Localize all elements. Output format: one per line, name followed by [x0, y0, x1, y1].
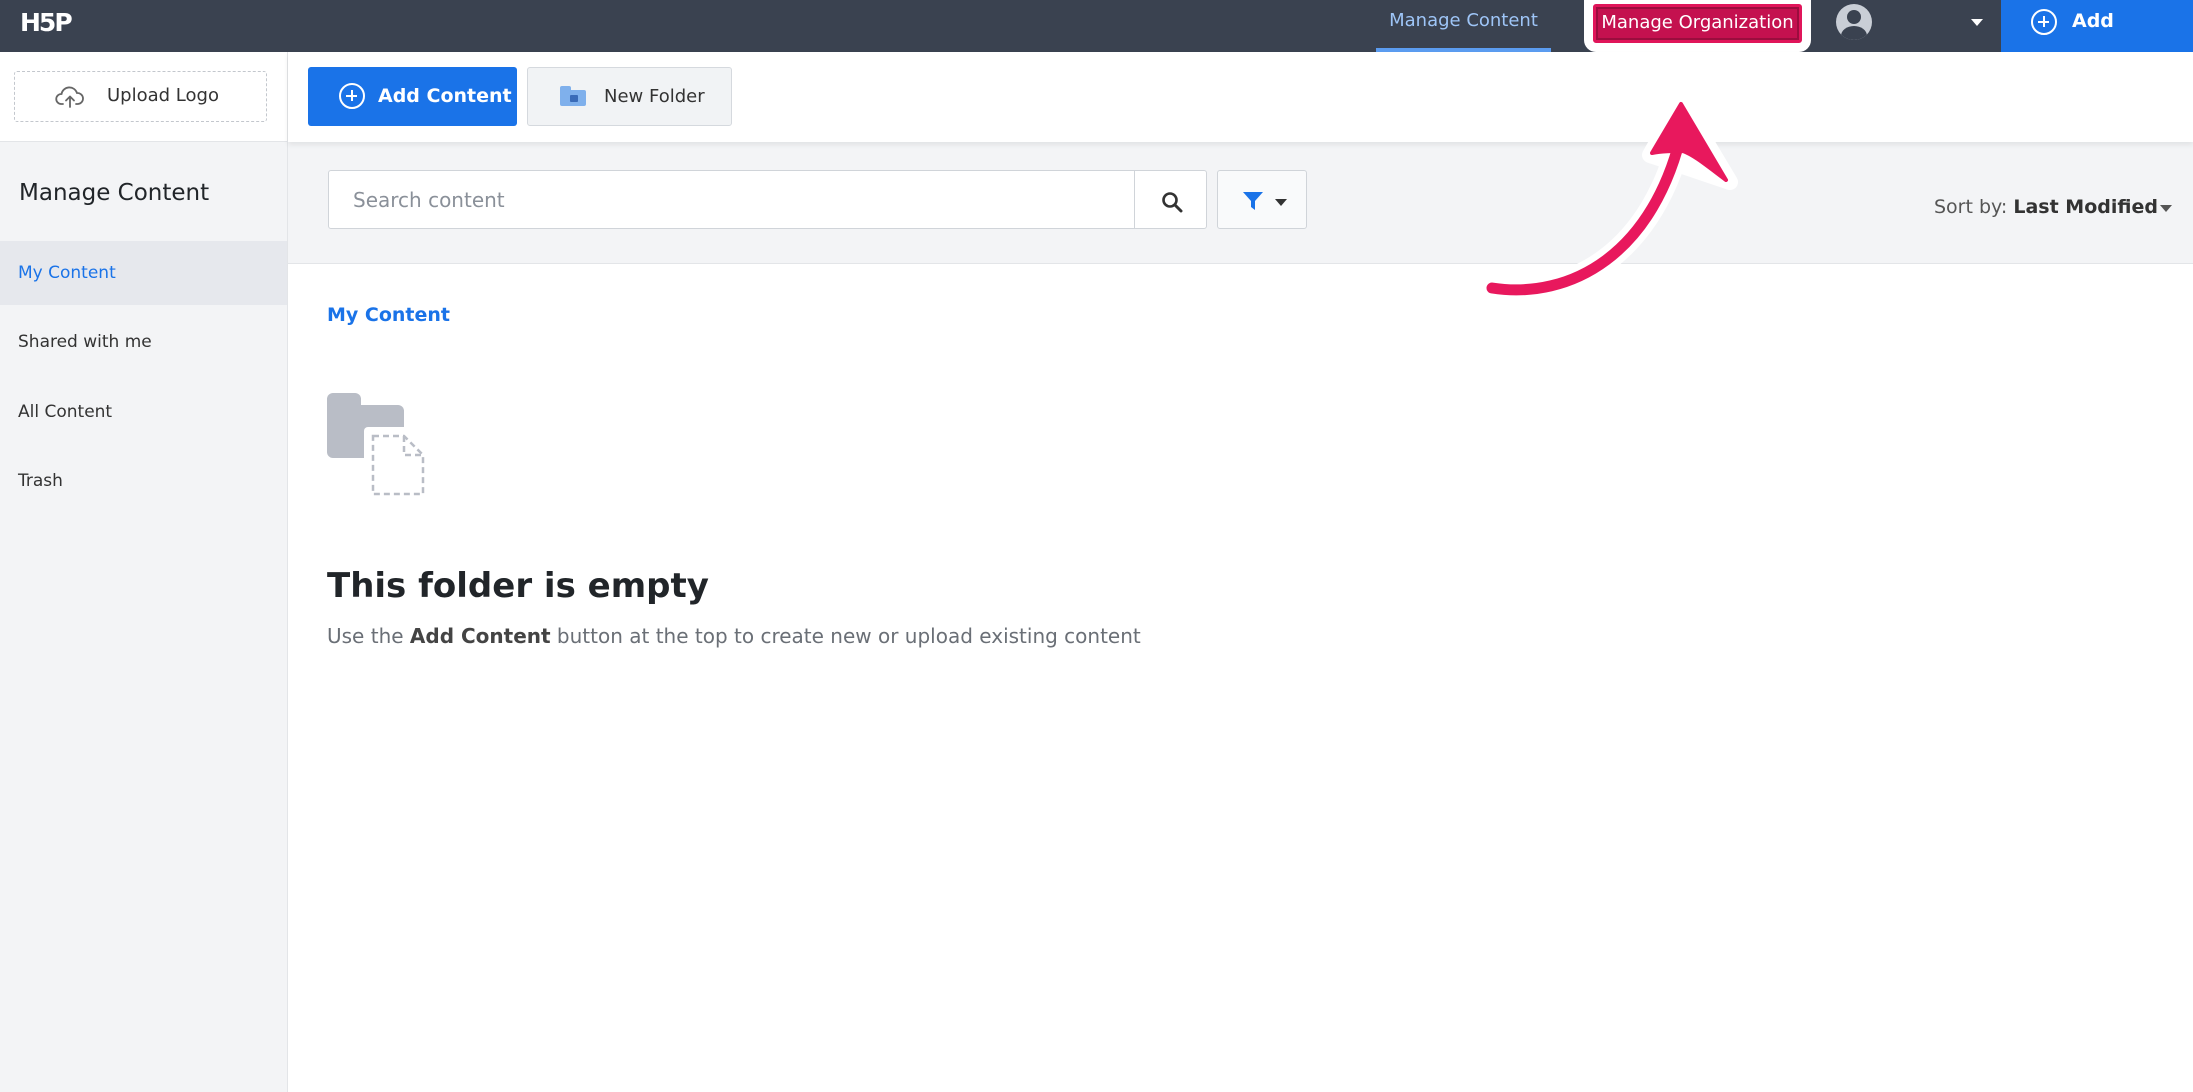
sort-by-dropdown[interactable]: Sort by: Last Modified [1934, 196, 2158, 218]
upload-logo-label: Upload Logo [107, 85, 219, 106]
user-menu-caret-icon[interactable] [1971, 19, 1983, 26]
nav-manage-organization[interactable]: Manage Organization [1593, 4, 1802, 43]
sort-caret-icon[interactable] [2160, 205, 2172, 212]
sidebar-item-all-content[interactable]: All Content [0, 380, 287, 444]
avatar-head [1847, 10, 1861, 24]
add-content-label: Add Content [378, 85, 512, 107]
filter-bar: Sort by: Last Modified [288, 142, 2193, 264]
caret-down-icon [1275, 199, 1287, 206]
new-folder-button[interactable]: New Folder [527, 67, 732, 126]
sort-value: Last Modified [2013, 196, 2158, 218]
search-input[interactable] [328, 170, 1136, 229]
empty-folder-icon [327, 393, 427, 503]
folder-lock-icon [560, 86, 586, 106]
empty-folder-description: Use the Add Content button at the top to… [327, 624, 1141, 648]
upload-logo-button[interactable]: Upload Logo [14, 71, 267, 122]
plus-circle-icon [339, 83, 365, 109]
sidebar-item-my-content[interactable]: My Content [0, 241, 287, 305]
breadcrumb[interactable]: My Content [327, 304, 450, 326]
h5p-logo[interactable]: H5P [20, 8, 73, 38]
upload-logo-area: Upload Logo [0, 52, 287, 142]
nav-manage-organization-highlight: Manage Organization [1584, 0, 1811, 52]
avatar-body [1841, 26, 1867, 40]
top-navbar: H5P Manage Content Manage Organization A… [0, 0, 2193, 74]
nav-manage-content[interactable]: Manage Content [1376, 0, 1551, 52]
sidebar-item-shared-with-me[interactable]: Shared with me [0, 310, 287, 374]
top-add-content-button[interactable]: Add Content [2001, 0, 2193, 74]
filter-button[interactable] [1217, 170, 1307, 229]
empty-desc-suffix: button at the top to create new or uploa… [556, 624, 1141, 648]
sidebar-title: Manage Content [19, 180, 210, 206]
plus-circle-icon [2031, 9, 2057, 35]
empty-folder-title: This folder is empty [327, 566, 709, 606]
empty-desc-bold: Add Content [409, 624, 551, 648]
filter-icon [1243, 192, 1263, 210]
sidebar-item-trash[interactable]: Trash [0, 449, 287, 513]
new-folder-label: New Folder [604, 86, 705, 107]
empty-desc-prefix: Use the [327, 624, 404, 648]
sort-label: Sort by: [1934, 196, 2008, 218]
search-button[interactable] [1134, 170, 1207, 229]
cloud-upload-icon [55, 86, 84, 108]
add-content-button[interactable]: Add Content [308, 67, 517, 126]
content-toolbar: Add Content New Folder [288, 52, 2193, 142]
user-avatar-icon[interactable] [1836, 4, 1872, 40]
sidebar: Upload Logo Manage Content My Content Sh… [0, 52, 288, 1092]
search-icon [1162, 192, 1183, 213]
